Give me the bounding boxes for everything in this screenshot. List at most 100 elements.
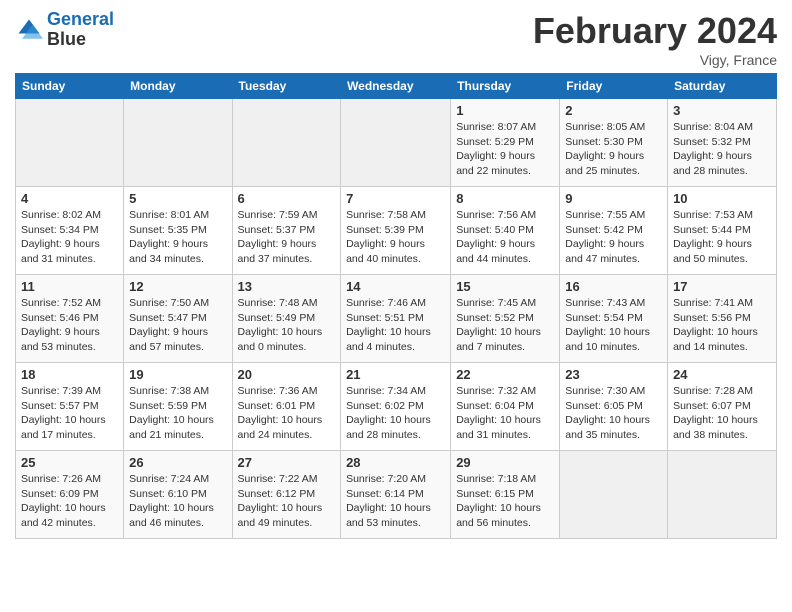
calendar-cell: 18 Sunrise: 7:39 AM Sunset: 5:57 PM Dayli… [16,363,124,451]
day-info: Sunrise: 7:52 AM Sunset: 5:46 PM Dayligh… [21,296,118,355]
day-number: 16 [565,279,662,294]
calendar-cell [232,99,341,187]
day-info: Sunrise: 7:28 AM Sunset: 6:07 PM Dayligh… [673,384,771,443]
calendar-cell: 14Sunrise: 7:46 AM Sunset: 5:51 PM Dayli… [341,275,451,363]
day-info: Sunrise: 7:22 AM Sunset: 6:12 PM Dayligh… [238,472,336,531]
calendar-cell: 20Sunrise: 7:36 AM Sunset: 6:01 PM Dayli… [232,363,341,451]
calendar-cell: 28 Sunrise: 7:20 AM Sunset: 6:14 PM Dayli… [341,451,451,539]
day-number: 10 [673,191,771,206]
page-header: General Blue February 2024 Vigy, France [15,10,777,68]
calendar-cell: 12 Sunrise: 7:50 AM Sunset: 5:47 PM Dayli… [124,275,232,363]
weekday-header-row: SundayMondayTuesdayWednesdayThursdayFrid… [16,74,777,99]
day-number: 11 [21,279,118,294]
day-info: Sunrise: 7:30 AM Sunset: 6:05 PM Dayligh… [565,384,662,443]
calendar-cell: 26 Sunrise: 7:24 AM Sunset: 6:10 PM Dayli… [124,451,232,539]
day-info: Sunrise: 7:53 AM Sunset: 5:44 PM Dayligh… [673,208,771,267]
calendar-cell: 29 Sunrise: 7:18 AM Sunset: 6:15 PM Dayli… [451,451,560,539]
calendar-cell: 23 Sunrise: 7:30 AM Sunset: 6:05 PM Dayli… [560,363,668,451]
day-info: Sunrise: 8:05 AM Sunset: 5:30 PM Dayligh… [565,120,662,179]
day-number: 18 [21,367,118,382]
calendar-cell: 11 Sunrise: 7:52 AM Sunset: 5:46 PM Dayli… [16,275,124,363]
day-info: Sunrise: 7:26 AM Sunset: 6:09 PM Dayligh… [21,472,118,531]
weekday-header-sunday: Sunday [16,74,124,99]
day-number: 8 [456,191,554,206]
calendar-cell: 17Sunrise: 7:41 AM Sunset: 5:56 PM Dayli… [668,275,777,363]
logo: General Blue [15,10,114,50]
day-info: Sunrise: 7:58 AM Sunset: 5:39 PM Dayligh… [346,208,445,267]
calendar-cell: 3 Sunrise: 8:04 AM Sunset: 5:32 PM Daylig… [668,99,777,187]
day-number: 2 [565,103,662,118]
logo-icon [15,16,43,44]
day-number: 4 [21,191,118,206]
day-info: Sunrise: 7:56 AM Sunset: 5:40 PM Dayligh… [456,208,554,267]
day-number: 3 [673,103,771,118]
calendar-cell: 15Sunrise: 7:45 AM Sunset: 5:52 PM Dayli… [451,275,560,363]
calendar-week-row: 11 Sunrise: 7:52 AM Sunset: 5:46 PM Dayli… [16,275,777,363]
day-info: Sunrise: 7:55 AM Sunset: 5:42 PM Dayligh… [565,208,662,267]
day-number: 26 [129,455,226,470]
day-number: 25 [21,455,118,470]
calendar-cell: 24 Sunrise: 7:28 AM Sunset: 6:07 PM Dayli… [668,363,777,451]
calendar-cell: 4 Sunrise: 8:02 AM Sunset: 5:34 PM Daylig… [16,187,124,275]
weekday-header-thursday: Thursday [451,74,560,99]
calendar-week-row: 18 Sunrise: 7:39 AM Sunset: 5:57 PM Dayli… [16,363,777,451]
day-number: 17 [673,279,771,294]
calendar-week-row: 25 Sunrise: 7:26 AM Sunset: 6:09 PM Dayli… [16,451,777,539]
calendar-cell: 2 Sunrise: 8:05 AM Sunset: 5:30 PM Daylig… [560,99,668,187]
day-number: 27 [238,455,336,470]
day-info: Sunrise: 7:45 AM Sunset: 5:52 PM Dayligh… [456,296,554,355]
logo-text: General Blue [47,10,114,50]
weekday-header-friday: Friday [560,74,668,99]
day-info: Sunrise: 7:46 AM Sunset: 5:51 PM Dayligh… [346,296,445,355]
title-block: February 2024 Vigy, France [533,10,777,68]
day-info: Sunrise: 7:34 AM Sunset: 6:02 PM Dayligh… [346,384,445,443]
day-number: 7 [346,191,445,206]
day-info: Sunrise: 7:32 AM Sunset: 6:04 PM Dayligh… [456,384,554,443]
day-number: 22 [456,367,554,382]
calendar-cell: 16 Sunrise: 7:43 AM Sunset: 5:54 PM Dayli… [560,275,668,363]
day-info: Sunrise: 8:04 AM Sunset: 5:32 PM Dayligh… [673,120,771,179]
day-info: Sunrise: 7:36 AM Sunset: 6:01 PM Dayligh… [238,384,336,443]
weekday-header-tuesday: Tuesday [232,74,341,99]
calendar-cell [124,99,232,187]
day-info: Sunrise: 7:38 AM Sunset: 5:59 PM Dayligh… [129,384,226,443]
calendar-cell: 22 Sunrise: 7:32 AM Sunset: 6:04 PM Dayli… [451,363,560,451]
calendar-table: SundayMondayTuesdayWednesdayThursdayFrid… [15,73,777,539]
day-number: 28 [346,455,445,470]
day-info: Sunrise: 7:50 AM Sunset: 5:47 PM Dayligh… [129,296,226,355]
day-number: 29 [456,455,554,470]
day-number: 21 [346,367,445,382]
calendar-week-row: 1Sunrise: 8:07 AM Sunset: 5:29 PM Daylig… [16,99,777,187]
day-number: 23 [565,367,662,382]
calendar-cell: 7 Sunrise: 7:58 AM Sunset: 5:39 PM Daylig… [341,187,451,275]
calendar-cell: 21 Sunrise: 7:34 AM Sunset: 6:02 PM Dayli… [341,363,451,451]
calendar-cell [668,451,777,539]
day-info: Sunrise: 7:24 AM Sunset: 6:10 PM Dayligh… [129,472,226,531]
day-number: 6 [238,191,336,206]
calendar-cell: 1Sunrise: 8:07 AM Sunset: 5:29 PM Daylig… [451,99,560,187]
calendar-cell: 27 Sunrise: 7:22 AM Sunset: 6:12 PM Dayli… [232,451,341,539]
day-number: 12 [129,279,226,294]
calendar-cell: 9 Sunrise: 7:55 AM Sunset: 5:42 PM Daylig… [560,187,668,275]
calendar-cell: 5Sunrise: 8:01 AM Sunset: 5:35 PM Daylig… [124,187,232,275]
calendar-week-row: 4 Sunrise: 8:02 AM Sunset: 5:34 PM Daylig… [16,187,777,275]
calendar-cell [16,99,124,187]
weekday-header-wednesday: Wednesday [341,74,451,99]
day-info: Sunrise: 7:48 AM Sunset: 5:49 PM Dayligh… [238,296,336,355]
weekday-header-saturday: Saturday [668,74,777,99]
weekday-header-monday: Monday [124,74,232,99]
day-info: Sunrise: 7:43 AM Sunset: 5:54 PM Dayligh… [565,296,662,355]
day-number: 5 [129,191,226,206]
day-info: Sunrise: 7:20 AM Sunset: 6:14 PM Dayligh… [346,472,445,531]
day-number: 24 [673,367,771,382]
day-info: Sunrise: 8:02 AM Sunset: 5:34 PM Dayligh… [21,208,118,267]
day-info: Sunrise: 7:18 AM Sunset: 6:15 PM Dayligh… [456,472,554,531]
day-number: 9 [565,191,662,206]
calendar-cell: 19 Sunrise: 7:38 AM Sunset: 5:59 PM Dayli… [124,363,232,451]
calendar-cell: 10 Sunrise: 7:53 AM Sunset: 5:44 PM Dayli… [668,187,777,275]
calendar-cell: 6 Sunrise: 7:59 AM Sunset: 5:37 PM Daylig… [232,187,341,275]
day-info: Sunrise: 7:59 AM Sunset: 5:37 PM Dayligh… [238,208,336,267]
calendar-cell: 8 Sunrise: 7:56 AM Sunset: 5:40 PM Daylig… [451,187,560,275]
day-number: 19 [129,367,226,382]
day-info: Sunrise: 7:39 AM Sunset: 5:57 PM Dayligh… [21,384,118,443]
